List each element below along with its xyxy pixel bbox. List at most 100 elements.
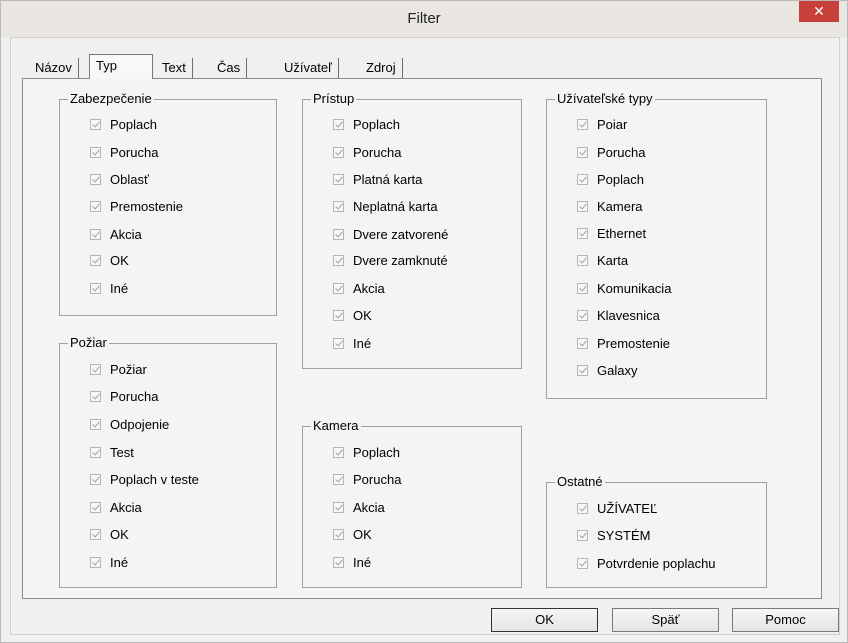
checkbox-ine[interactable]: Iné: [90, 554, 128, 572]
checkbox-checked-icon: [577, 338, 588, 349]
close-button[interactable]: ✕: [799, 1, 839, 22]
checkbox-checked-icon: [333, 447, 344, 458]
checkbox-premostenie[interactable]: Premostenie: [577, 335, 670, 353]
checkbox-porucha[interactable]: Porucha: [577, 144, 645, 162]
checkbox-oblast[interactable]: Oblasť: [90, 171, 149, 189]
tab-typ[interactable]: Typ: [89, 54, 153, 79]
checkbox-checked-icon: [577, 503, 588, 514]
checkbox-ok[interactable]: OK: [90, 252, 129, 270]
group-title: Užívateľské typy: [555, 91, 655, 107]
checkbox-karta[interactable]: Karta: [577, 252, 628, 270]
checkbox-ine[interactable]: Iné: [333, 335, 371, 353]
group-uzivatelske-typy: Užívateľské typy Poiar Porucha Poplach K…: [546, 91, 767, 399]
checkbox-checked-icon: [577, 530, 588, 541]
tab-cas[interactable]: Čas: [211, 58, 248, 78]
checkbox-system[interactable]: SYSTÉM: [577, 527, 650, 545]
checkbox-ok[interactable]: OK: [333, 526, 372, 544]
checkbox-akcia[interactable]: Akcia: [333, 280, 385, 298]
title-bar[interactable]: Filter ✕: [1, 1, 847, 37]
checkbox-kamera[interactable]: Kamera: [577, 198, 643, 216]
checkbox-klavesnica[interactable]: Klavesnica: [577, 307, 660, 325]
checkbox-dvere-zatvorene[interactable]: Dvere zatvorené: [333, 226, 448, 244]
checkbox-checked-icon: [333, 174, 344, 185]
checkbox-odpojenie[interactable]: Odpojenie: [90, 416, 169, 434]
checkbox-ok[interactable]: OK: [333, 307, 372, 325]
checkbox-porucha[interactable]: Porucha: [90, 144, 158, 162]
checkbox-checked-icon: [333, 474, 344, 485]
checkbox-checked-icon: [90, 283, 101, 294]
group-title: Ostatné: [555, 474, 605, 490]
checkbox-akcia[interactable]: Akcia: [90, 499, 142, 517]
checkbox-checked-icon: [90, 364, 101, 375]
checkbox-ine[interactable]: Iné: [333, 554, 371, 572]
checkbox-checked-icon: [333, 283, 344, 294]
checkbox-poziar[interactable]: Požiar: [90, 361, 147, 379]
checkbox-neplatna-karta[interactable]: Neplatná karta: [333, 198, 438, 216]
checkbox-checked-icon: [333, 147, 344, 158]
checkbox-checked-icon: [577, 558, 588, 569]
checkbox-checked-icon: [577, 119, 588, 130]
group-pristup: Prístup Poplach Porucha Platná karta Nep…: [302, 91, 522, 369]
checkbox-premostenie[interactable]: Premostenie: [90, 198, 183, 216]
checkbox-poplach[interactable]: Poplach: [333, 116, 400, 134]
window-title: Filter: [407, 10, 441, 27]
checkbox-galaxy[interactable]: Galaxy: [577, 362, 637, 380]
checkbox-checked-icon: [333, 229, 344, 240]
help-button[interactable]: Pomoc: [732, 608, 839, 632]
checkbox-poplach[interactable]: Poplach: [90, 116, 157, 134]
checkbox-ine[interactable]: Iné: [90, 280, 128, 298]
checkbox-checked-icon: [333, 310, 344, 321]
checkbox-checked-icon: [90, 391, 101, 402]
checkbox-dvere-zamknute[interactable]: Dvere zamknuté: [333, 252, 448, 270]
group-poziar: Požiar Požiar Porucha Odpojenie Test Pop…: [59, 335, 277, 588]
checkbox-porucha[interactable]: Porucha: [333, 144, 401, 162]
checkbox-komunikacia[interactable]: Komunikacia: [577, 280, 671, 298]
checkbox-porucha[interactable]: Porucha: [90, 388, 158, 406]
checkbox-potvrdenie-poplachu[interactable]: Potvrdenie poplachu: [577, 555, 716, 573]
group-title: Požiar: [68, 335, 109, 351]
checkbox-checked-icon: [90, 474, 101, 485]
checkbox-checked-icon: [577, 228, 588, 239]
checkbox-checked-icon: [333, 255, 344, 266]
checkbox-poplach[interactable]: Poplach: [577, 171, 644, 189]
checkbox-checked-icon: [577, 255, 588, 266]
checkbox-ethernet[interactable]: Ethernet: [577, 225, 646, 243]
back-button[interactable]: Späť: [612, 608, 719, 632]
filter-dialog: Filter ✕ Názov Typ Text Čas Užívateľ Zdr…: [0, 0, 848, 643]
checkbox-poplach[interactable]: Poplach: [333, 444, 400, 462]
checkbox-test[interactable]: Test: [90, 444, 134, 462]
tab-text[interactable]: Text: [156, 58, 193, 78]
group-zabezpecenie: Zabezpečenie Poplach Porucha Oblasť Prem…: [59, 91, 277, 316]
close-icon: ✕: [813, 3, 825, 19]
checkbox-poiar[interactable]: Poiar: [577, 116, 627, 134]
checkbox-akcia[interactable]: Akcia: [90, 226, 142, 244]
checkbox-checked-icon: [577, 147, 588, 158]
checkbox-checked-icon: [90, 557, 101, 568]
checkbox-checked-icon: [333, 338, 344, 349]
ok-button[interactable]: OK: [491, 608, 598, 632]
checkbox-checked-icon: [90, 502, 101, 513]
checkbox-checked-icon: [577, 310, 588, 321]
checkbox-platna-karta[interactable]: Platná karta: [333, 171, 422, 189]
checkbox-checked-icon: [333, 119, 344, 130]
group-ostatne: Ostatné UŽÍVATEĽ SYSTÉM Potvrdenie popla…: [546, 474, 767, 588]
group-title: Prístup: [311, 91, 357, 107]
checkbox-checked-icon: [577, 365, 588, 376]
checkbox-checked-icon: [90, 529, 101, 540]
checkbox-checked-icon: [90, 229, 101, 240]
checkbox-checked-icon: [90, 255, 101, 266]
checkbox-checked-icon: [577, 283, 588, 294]
tab-zdroj[interactable]: Zdroj: [360, 58, 403, 78]
checkbox-uzivatel[interactable]: UŽÍVATEĽ: [577, 500, 657, 518]
checkbox-checked-icon: [577, 201, 588, 212]
tab-nazov[interactable]: Názov: [29, 58, 79, 78]
checkbox-akcia[interactable]: Akcia: [333, 499, 385, 517]
group-title: Zabezpečenie: [68, 91, 154, 107]
tab-uzivatel[interactable]: Užívateľ: [278, 58, 339, 78]
checkbox-porucha[interactable]: Porucha: [333, 471, 401, 489]
group-title: Kamera: [311, 418, 361, 434]
checkbox-checked-icon: [333, 502, 344, 513]
checkbox-checked-icon: [333, 201, 344, 212]
checkbox-poplach-v-teste[interactable]: Poplach v teste: [90, 471, 199, 489]
checkbox-ok[interactable]: OK: [90, 526, 129, 544]
